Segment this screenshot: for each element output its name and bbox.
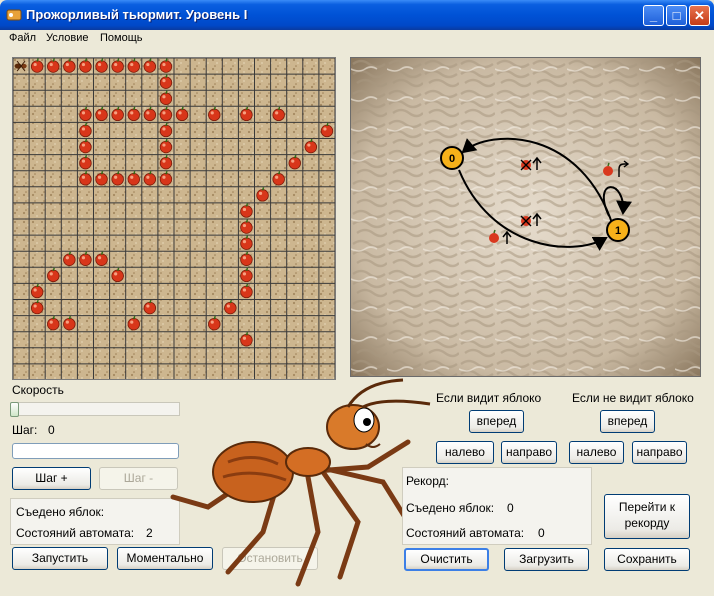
menu-help[interactable]: Помощь	[100, 32, 143, 44]
speed-label: Скорость	[12, 383, 64, 397]
goto-record-button[interactable]: Перейти к рекорду	[604, 494, 690, 539]
step-minus-button[interactable]: Шаг -	[99, 467, 178, 490]
minimize-button[interactable]: _	[643, 5, 664, 26]
save-button[interactable]: Сохранить	[604, 548, 690, 571]
ant-illustration	[170, 378, 431, 587]
sees-apple-right-button[interactable]: направо	[501, 441, 557, 464]
step-label: Шаг:	[12, 423, 38, 437]
stats-panel: Съедено яблок: Состояний автомата: 2	[10, 498, 180, 545]
sees-apple-label: Если видит яблоко	[436, 391, 542, 405]
window-title: Прожорливый тьюрмит. Уровень I	[26, 7, 248, 22]
speed-slider-thumb[interactable]	[10, 402, 19, 417]
menu-condition[interactable]: Условие	[46, 32, 89, 44]
svg-text:1: 1	[615, 225, 621, 237]
title-bar: Прожорливый тьюрмит. Уровень I _ □ ✕	[0, 0, 714, 30]
states-label: Состояний автомата:	[16, 526, 135, 540]
record-eaten-label: Съедено яблок:	[406, 501, 495, 515]
close-button[interactable]: ✕	[689, 5, 710, 26]
record-title: Рекорд:	[406, 474, 449, 488]
maximize-button[interactable]: □	[666, 5, 687, 26]
no-apple-right-button[interactable]: направо	[632, 441, 687, 464]
svg-text:0: 0	[449, 153, 455, 165]
record-eaten-value: 0	[507, 501, 514, 515]
game-field[interactable]	[12, 57, 336, 381]
state-1: 1	[606, 218, 630, 242]
no-apple-left-button[interactable]: налево	[569, 441, 624, 464]
run-button[interactable]: Запустить	[12, 547, 108, 570]
no-apple-forward-button[interactable]: вперед	[600, 410, 655, 433]
record-panel: Рекорд: Съедено яблок: 0 Состояний автом…	[402, 467, 592, 545]
no-apple-label: Если не видит яблоко	[572, 391, 694, 405]
step-plus-button[interactable]: Шаг +	[12, 467, 91, 490]
eaten-label: Съедено яблок:	[16, 505, 105, 519]
menu-bar: Файл Условие Помощь	[0, 30, 714, 48]
record-states-label: Состояний автомата:	[406, 526, 525, 540]
load-button[interactable]: Загрузить	[504, 548, 589, 571]
speed-slider[interactable]	[12, 402, 180, 416]
automaton-diagram: 0 1	[350, 57, 701, 377]
record-states-value: 0	[538, 526, 545, 540]
step-value: 0	[48, 423, 55, 437]
menu-file[interactable]: Файл	[9, 32, 36, 44]
sees-apple-forward-button[interactable]: вперед	[469, 410, 524, 433]
clear-button[interactable]: Очистить	[404, 548, 489, 571]
states-value: 2	[146, 526, 153, 540]
step-progress-bar	[12, 443, 179, 459]
app-icon	[6, 9, 22, 21]
state-0: 0	[440, 146, 464, 170]
field-grid[interactable]	[12, 57, 336, 381]
sees-apple-left-button[interactable]: налево	[436, 441, 494, 464]
